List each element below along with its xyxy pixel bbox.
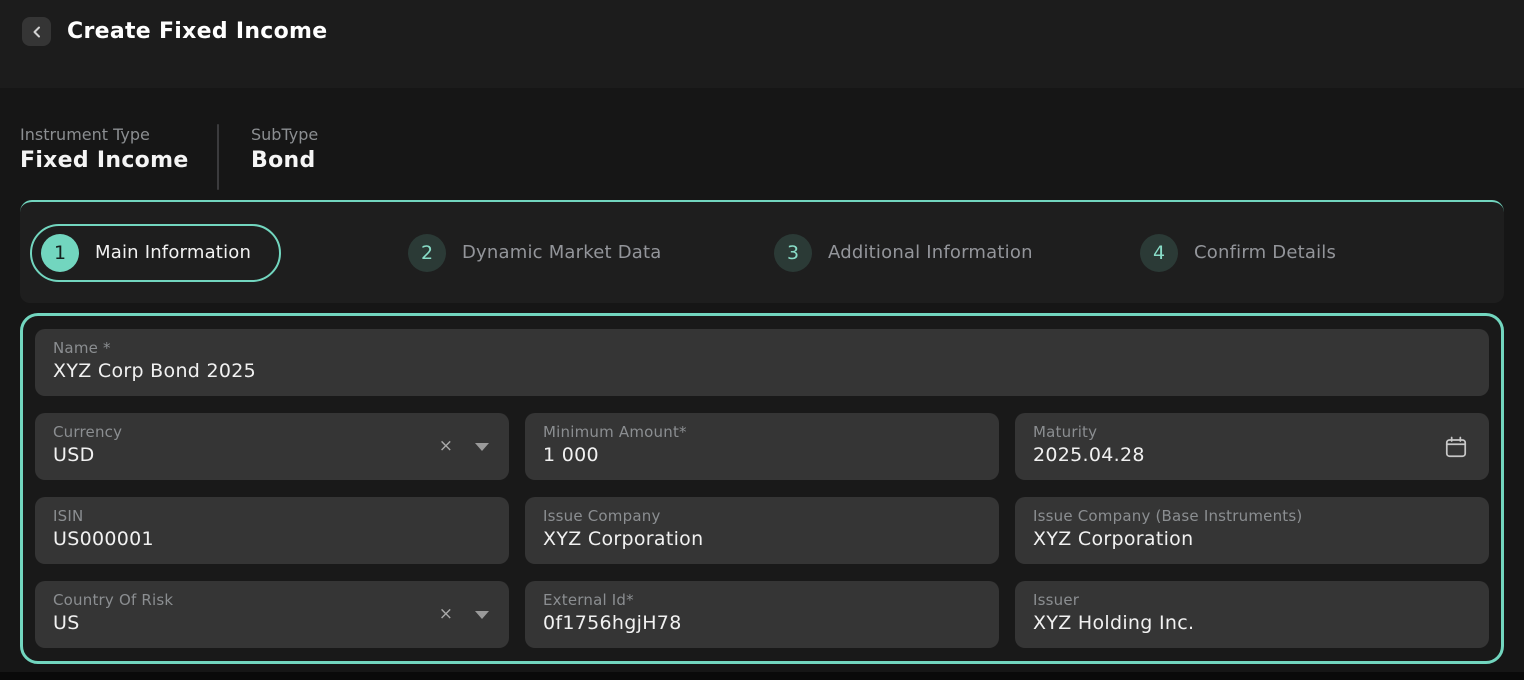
- country-of-risk-value: US: [53, 612, 491, 634]
- instrument-type: Instrument Type Fixed Income: [20, 124, 217, 184]
- currency-caret-down-icon[interactable]: [475, 443, 489, 451]
- name-field[interactable]: Name * XYZ Corp Bond 2025: [35, 329, 1489, 396]
- step-1-label: Main Information: [95, 242, 251, 263]
- minimum-amount-value: 1 000: [543, 444, 981, 466]
- issuer-value: XYZ Holding Inc.: [1033, 612, 1471, 634]
- isin-field[interactable]: ISIN US000001: [35, 497, 509, 564]
- external-id-value: 0f1756hgjH78: [543, 612, 981, 634]
- isin-value: US000001: [53, 528, 491, 550]
- meta-divider: [217, 124, 219, 190]
- country-of-risk-caret-down-icon[interactable]: [475, 611, 489, 619]
- maturity-field[interactable]: Maturity 2025.04.28: [1015, 413, 1489, 480]
- currency-value: USD: [53, 444, 491, 466]
- step-dynamic-market-data[interactable]: 2 Dynamic Market Data: [396, 234, 762, 272]
- back-button[interactable]: [22, 17, 51, 46]
- external-id-field[interactable]: External Id* 0f1756hgjH78: [525, 581, 999, 648]
- currency-clear-icon[interactable]: ×: [435, 434, 457, 459]
- body: Instrument Type Fixed Income SubType Bon…: [0, 124, 1524, 664]
- chevron-left-icon: [30, 25, 44, 39]
- step-main-information[interactable]: 1 Main Information: [30, 224, 281, 282]
- name-field-value: XYZ Corp Bond 2025: [53, 360, 1471, 382]
- header: Create Fixed Income: [0, 0, 1524, 88]
- country-of-risk-select[interactable]: Country Of Risk US ×: [35, 581, 509, 648]
- issue-company-base-field[interactable]: Issue Company (Base Instruments) XYZ Cor…: [1015, 497, 1489, 564]
- step-4-number: 4: [1140, 234, 1178, 272]
- step-2-label: Dynamic Market Data: [462, 242, 661, 263]
- issue-company-label: Issue Company: [543, 507, 981, 525]
- form-row-2: Currency USD × Minimum Amount* 1 000 Mat…: [35, 413, 1489, 480]
- main-information-form: Name * XYZ Corp Bond 2025 Currency USD ×…: [20, 313, 1504, 664]
- currency-select[interactable]: Currency USD ×: [35, 413, 509, 480]
- external-id-label: External Id*: [543, 591, 981, 609]
- maturity-value: 2025.04.28: [1033, 444, 1471, 466]
- instrument-type-label: Instrument Type: [20, 124, 217, 146]
- issuer-label: Issuer: [1033, 591, 1471, 609]
- instrument-type-value: Fixed Income: [20, 148, 217, 173]
- country-of-risk-label: Country Of Risk: [53, 591, 491, 609]
- step-2-number: 2: [408, 234, 446, 272]
- step-3-number: 3: [774, 234, 812, 272]
- stepper: 1 Main Information 2 Dynamic Market Data…: [20, 200, 1504, 303]
- issue-company-field[interactable]: Issue Company XYZ Corporation: [525, 497, 999, 564]
- minimum-amount-field[interactable]: Minimum Amount* 1 000: [525, 413, 999, 480]
- subtype: SubType Bond: [251, 124, 318, 184]
- subtype-label: SubType: [251, 124, 318, 146]
- currency-label: Currency: [53, 423, 491, 441]
- country-of-risk-clear-icon[interactable]: ×: [435, 602, 457, 627]
- issuer-field[interactable]: Issuer XYZ Holding Inc.: [1015, 581, 1489, 648]
- issue-company-base-label: Issue Company (Base Instruments): [1033, 507, 1471, 525]
- step-4-label: Confirm Details: [1194, 242, 1336, 263]
- issue-company-value: XYZ Corporation: [543, 528, 981, 550]
- subtype-value: Bond: [251, 148, 318, 173]
- step-3-label: Additional Information: [828, 242, 1033, 263]
- calendar-icon[interactable]: [1443, 434, 1469, 460]
- page-title: Create Fixed Income: [67, 17, 328, 46]
- issue-company-base-value: XYZ Corporation: [1033, 528, 1471, 550]
- instrument-meta: Instrument Type Fixed Income SubType Bon…: [20, 124, 1504, 184]
- step-confirm-details[interactable]: 4 Confirm Details: [1128, 234, 1494, 272]
- form-row-1: Name * XYZ Corp Bond 2025: [35, 329, 1489, 396]
- form-row-3: ISIN US000001 Issue Company XYZ Corporat…: [35, 497, 1489, 564]
- minimum-amount-label: Minimum Amount*: [543, 423, 981, 441]
- step-1-number: 1: [41, 234, 79, 272]
- step-additional-information[interactable]: 3 Additional Information: [762, 234, 1128, 272]
- form-row-4: Country Of Risk US × External Id* 0f1756…: [35, 581, 1489, 648]
- create-fixed-income-page: Create Fixed Income Instrument Type Fixe…: [0, 0, 1524, 672]
- maturity-label: Maturity: [1033, 423, 1471, 441]
- name-field-label: Name *: [53, 339, 1471, 357]
- isin-label: ISIN: [53, 507, 491, 525]
